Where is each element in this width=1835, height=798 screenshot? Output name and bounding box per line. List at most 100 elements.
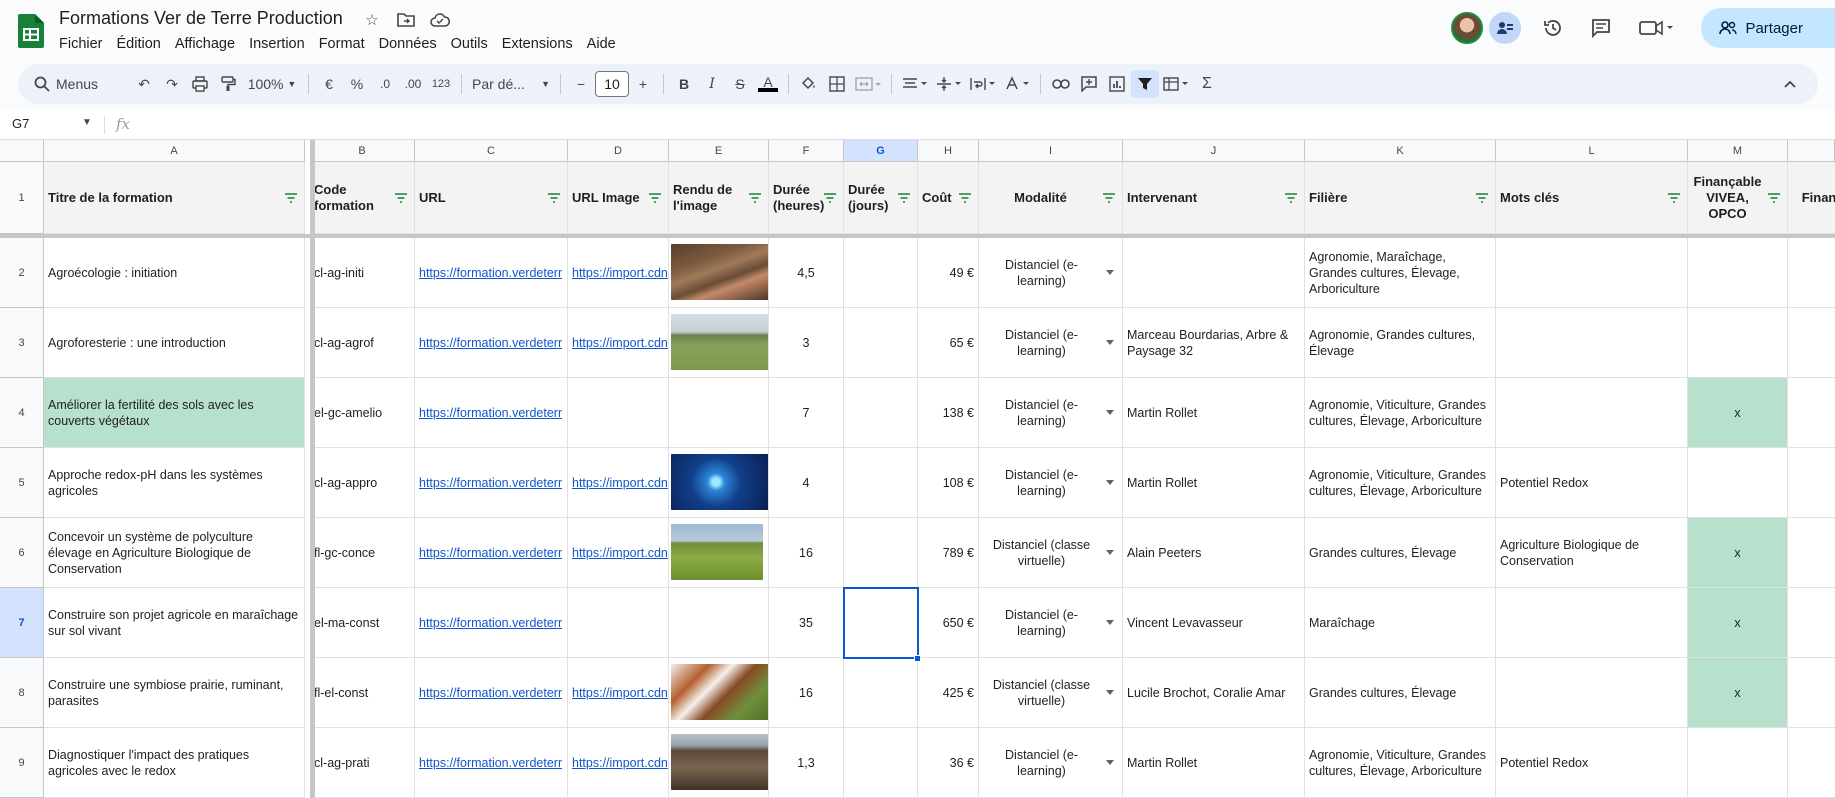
column-header-m[interactable]: M — [1688, 140, 1788, 162]
cell-sector[interactable]: Agronomie, Viticulture, Grandes cultures… — [1305, 728, 1496, 798]
frozen-column-divider[interactable] — [310, 140, 315, 798]
cell-title[interactable]: Construire son projet agricole en maraîc… — [44, 588, 305, 658]
menu-insertion[interactable]: Insertion — [242, 34, 312, 54]
undo-icon[interactable]: ↶ — [130, 70, 158, 98]
cell-duration-days[interactable] — [844, 378, 918, 448]
image-url-link[interactable]: https://import.cdn — [572, 755, 668, 771]
column-filter-icon[interactable] — [284, 192, 298, 204]
column-filter-icon[interactable] — [1667, 192, 1681, 204]
vertical-align-icon[interactable] — [932, 70, 966, 98]
sheets-logo-icon[interactable] — [18, 14, 44, 48]
column-header-e[interactable]: E — [669, 140, 769, 162]
column-header-f[interactable]: F — [769, 140, 844, 162]
cell-code[interactable]: cl-ag-appro — [310, 448, 415, 518]
cell-title[interactable]: Concevoir un système de polyculture élev… — [44, 518, 305, 588]
fill-color-icon[interactable] — [795, 70, 823, 98]
horizontal-align-icon[interactable] — [898, 70, 932, 98]
menu-extensions[interactable]: Extensions — [495, 34, 580, 54]
menu-donnees[interactable]: Données — [372, 34, 444, 54]
column-header-a[interactable]: A — [44, 140, 305, 162]
insert-comment-icon[interactable] — [1075, 70, 1103, 98]
cell-cost[interactable]: 49 € — [918, 238, 979, 308]
cell-image-preview[interactable] — [669, 588, 769, 658]
cell-modality[interactable]: Distanciel (e-learning) — [979, 728, 1123, 798]
italic-button[interactable]: I — [698, 70, 726, 98]
cell-duration-hours[interactable]: 16 — [769, 518, 844, 588]
cell-fundable-cp[interactable] — [1788, 448, 1835, 518]
modality-dropdown-icon[interactable] — [1106, 759, 1114, 765]
row-header-9[interactable]: 9 — [0, 728, 44, 798]
header-duration-hours[interactable]: Durée (heures) — [769, 162, 844, 234]
cell-speaker[interactable]: Martin Rollet — [1123, 728, 1305, 798]
frozen-row-divider[interactable] — [0, 234, 1835, 238]
cell-sector[interactable]: Agronomie, Viticulture, Grandes cultures… — [1305, 448, 1496, 518]
header-image-preview[interactable]: Rendu de l'image — [669, 162, 769, 234]
cell-url[interactable]: https://formation.verdeterr — [415, 448, 568, 518]
image-url-link[interactable]: https://import.cdn — [572, 685, 668, 701]
strikethrough-button[interactable]: S — [726, 70, 754, 98]
cell-duration-days[interactable] — [844, 448, 918, 518]
image-url-link[interactable]: https://import.cdn — [572, 335, 668, 351]
insert-chart-icon[interactable] — [1103, 70, 1131, 98]
cell-speaker[interactable]: Alain Peeters — [1123, 518, 1305, 588]
header-title[interactable]: Titre de la formation — [44, 162, 305, 234]
cell-fundable-cp[interactable] — [1788, 308, 1835, 378]
cell-fundable[interactable] — [1688, 238, 1788, 308]
menu-affichage[interactable]: Affichage — [168, 34, 242, 54]
cell-fundable-cp[interactable] — [1788, 728, 1835, 798]
column-filter-icon[interactable] — [1102, 192, 1116, 204]
cell-keywords[interactable]: Agriculture Biologique de Conservation — [1496, 518, 1688, 588]
move-folder-icon[interactable] — [396, 10, 416, 30]
cell-cost[interactable]: 425 € — [918, 658, 979, 728]
header-cost[interactable]: Coût — [918, 162, 979, 234]
cell-duration-hours[interactable]: 4,5 — [769, 238, 844, 308]
cell-fundable[interactable]: x — [1688, 588, 1788, 658]
cell-url[interactable]: https://formation.verdeterr — [415, 308, 568, 378]
name-box-dropdown-icon[interactable]: ▼ — [82, 117, 92, 128]
cell-sector[interactable]: Maraîchage — [1305, 588, 1496, 658]
cell-speaker[interactable]: Lucile Brochot, Coralie Amar — [1123, 658, 1305, 728]
cell-keywords[interactable] — [1496, 588, 1688, 658]
cell-image-preview[interactable] — [669, 518, 769, 588]
column-header-c[interactable]: C — [415, 140, 568, 162]
font-size-input[interactable]: 10 — [595, 71, 629, 97]
column-header-l[interactable]: L — [1496, 140, 1688, 162]
bold-button[interactable]: B — [670, 70, 698, 98]
cell-fundable-cp[interactable] — [1788, 588, 1835, 658]
column-filter-icon[interactable] — [748, 192, 762, 204]
cloud-status-icon[interactable] — [430, 10, 450, 30]
header-duration-days[interactable]: Durée (jours) — [844, 162, 918, 234]
cell-cost[interactable]: 138 € — [918, 378, 979, 448]
cell-title[interactable]: Améliorer la fertilité des sols avec les… — [44, 378, 305, 448]
cell-image-url[interactable] — [568, 378, 669, 448]
cell-code[interactable]: el-ma-const — [310, 588, 415, 658]
cell-modality[interactable]: Distanciel (e-learning) — [979, 238, 1123, 308]
row-header-7[interactable]: 7 — [0, 588, 44, 658]
cell-duration-hours[interactable]: 4 — [769, 448, 844, 518]
image-url-link[interactable]: https://import.cdn — [572, 475, 668, 491]
cell-speaker[interactable]: Vincent Levavasseur — [1123, 588, 1305, 658]
url-link[interactable]: https://formation.verdeterr — [419, 545, 562, 561]
cell-speaker[interactable]: Martin Rollet — [1123, 378, 1305, 448]
column-filter-icon[interactable] — [958, 192, 972, 204]
cell-sector[interactable]: Agronomie, Maraîchage, Grandes cultures,… — [1305, 238, 1496, 308]
cell-sector[interactable]: Agronomie, Viticulture, Grandes cultures… — [1305, 378, 1496, 448]
filter-views-icon[interactable] — [1159, 70, 1193, 98]
formula-input[interactable] — [145, 116, 1745, 134]
cell-image-url[interactable] — [568, 588, 669, 658]
menu-search-button[interactable]: Menus — [30, 70, 130, 98]
cell-cost[interactable]: 108 € — [918, 448, 979, 518]
column-filter-icon[interactable] — [1284, 192, 1298, 204]
column-header-i[interactable]: I — [979, 140, 1123, 162]
cell-image-url[interactable]: https://import.cdn — [568, 448, 669, 518]
cell-image-preview[interactable] — [669, 308, 769, 378]
cell-url[interactable]: https://formation.verdeterr — [415, 378, 568, 448]
url-link[interactable]: https://formation.verdeterr — [419, 265, 562, 281]
column-filter-icon[interactable] — [394, 192, 408, 204]
column-header-g[interactable]: G — [844, 140, 918, 162]
header-sector[interactable]: Filière — [1305, 162, 1496, 234]
cell-image-preview[interactable] — [669, 658, 769, 728]
row-header-5[interactable]: 5 — [0, 448, 44, 518]
cell-duration-hours[interactable]: 16 — [769, 658, 844, 728]
cell-url[interactable]: https://formation.verdeterr — [415, 658, 568, 728]
